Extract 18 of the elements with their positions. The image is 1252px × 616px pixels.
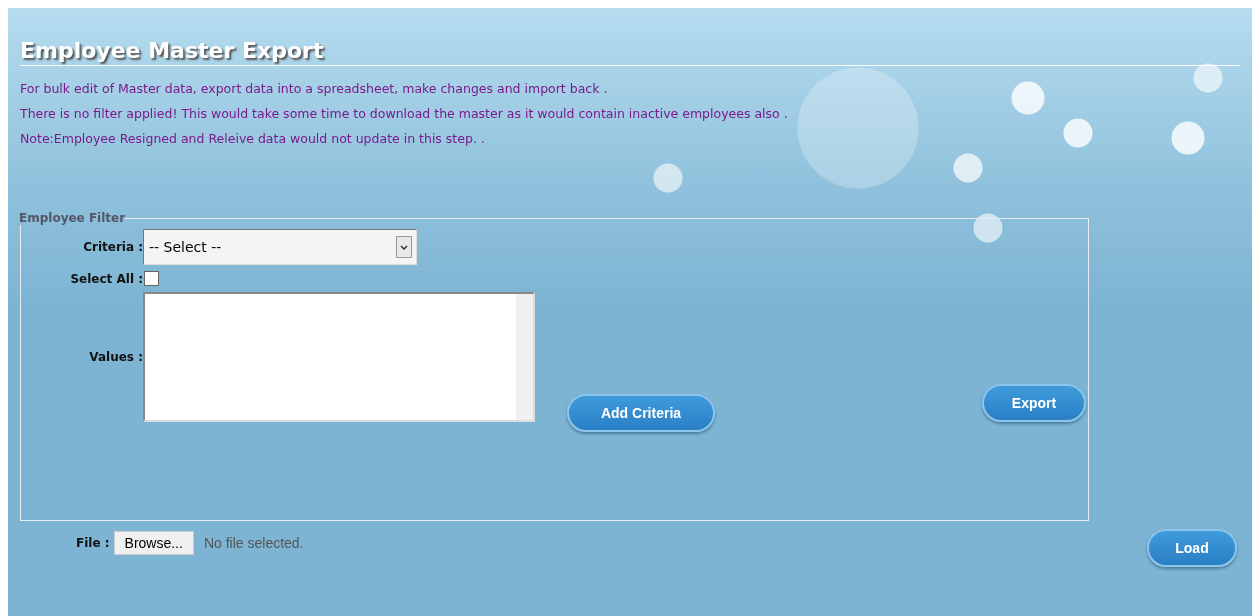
file-status: No file selected.: [203, 535, 304, 551]
chevron-down-icon: [400, 244, 408, 250]
export-button[interactable]: Export: [982, 384, 1086, 422]
page-title: Employee Master Export: [20, 38, 1240, 66]
filter-legend: Employee Filter: [19, 211, 126, 225]
info-note: There is no filter applied! This would take some time to download the master as it would contain inactive employees also .: [20, 105, 789, 122]
values-list[interactable]: [143, 292, 535, 422]
field-label: File :: [76, 536, 110, 550]
info-note: For bulk edit of Master data, export data into a spreadsheet, make changes and import back .: [20, 80, 609, 97]
browse-button[interactable]: Browse...: [113, 531, 194, 555]
load-button[interactable]: Load: [1147, 529, 1237, 567]
field-label: Values :: [89, 350, 143, 364]
field-label: Criteria :: [83, 240, 143, 254]
info-note: Note:Employee Resigned and Releive data would not update in this step. .: [20, 130, 486, 147]
field-label: Select All :: [70, 271, 143, 286]
add-criteria-button[interactable]: Add Criteria: [567, 394, 715, 432]
criteria-dropdown[interactable]: -- Select --: [143, 229, 417, 265]
select-all-checkbox[interactable]: [144, 271, 159, 286]
